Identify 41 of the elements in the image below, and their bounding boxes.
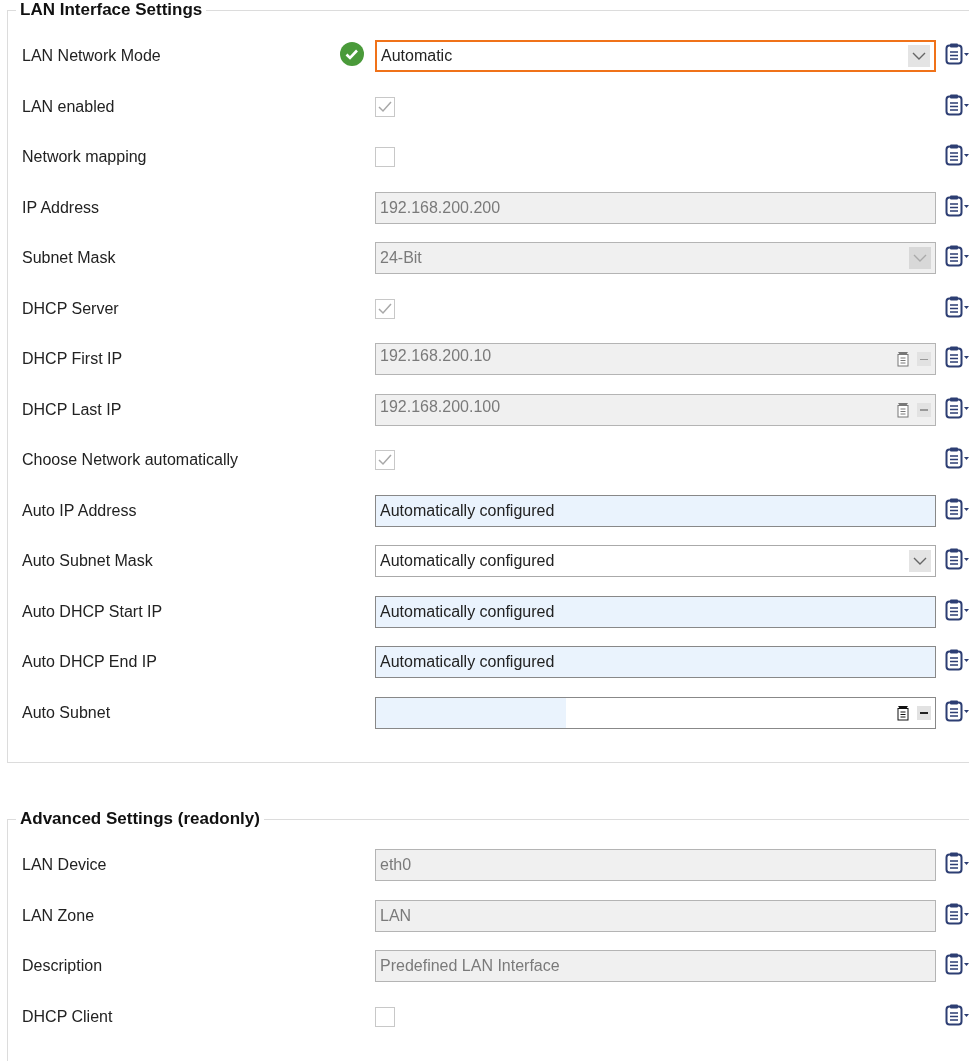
field-label: DHCP Client — [22, 1007, 114, 1026]
field-label: LAN Zone — [22, 906, 96, 925]
field-label: Auto Subnet — [22, 703, 112, 722]
field-label: DHCP Last IP — [22, 400, 123, 419]
caret-icon[interactable] — [913, 557, 927, 566]
text-field[interactable]: Automatically configured — [375, 646, 936, 679]
field-label: Network mapping — [22, 148, 148, 167]
clipboard-menu-icon[interactable] — [944, 547, 969, 572]
clipboard-menu-icon[interactable] — [944, 496, 969, 521]
clipboard-menu-icon[interactable] — [944, 446, 969, 471]
clipboard-menu-icon[interactable] — [944, 597, 969, 622]
clipboard-menu-icon[interactable] — [944, 42, 969, 67]
dropdown[interactable]: Automatic — [375, 40, 936, 73]
clipboard-menu-icon[interactable] — [944, 648, 969, 673]
field-label: Auto DHCP Start IP — [22, 602, 164, 621]
field-label: DHCP First IP — [22, 350, 124, 369]
field-label: LAN Network Mode — [22, 47, 162, 66]
field-label: Auto DHCP End IP — [22, 653, 158, 672]
section-title: LAN Interface Settings — [19, 0, 204, 20]
field-label: LAN enabled — [22, 97, 116, 116]
clipboard-icon[interactable] — [895, 704, 911, 721]
section-title: Advanced Settings (readonly) — [19, 809, 261, 829]
field-label: Choose Network automatically — [22, 451, 240, 470]
caret-icon[interactable] — [912, 52, 926, 61]
field-label: Subnet Mask — [22, 249, 117, 268]
clipboard-menu-icon[interactable] — [944, 294, 969, 319]
clipboard-menu-icon[interactable] — [944, 1002, 969, 1027]
clipboard-menu-icon[interactable] — [944, 92, 969, 117]
field-label: Description — [22, 957, 104, 976]
dropdown[interactable]: Automatically configured — [375, 545, 936, 578]
text-field[interactable]: Automatically configured — [375, 494, 936, 527]
field-label: Auto IP Address — [22, 501, 138, 520]
text-field[interactable]: Automatically configured — [375, 595, 936, 628]
field-label: LAN Device — [22, 856, 108, 875]
field-label: DHCP Server — [22, 299, 120, 318]
clipboard-menu-icon[interactable] — [944, 698, 969, 723]
clipboard-menu-icon[interactable] — [944, 143, 969, 168]
field-label: IP Address — [22, 198, 101, 217]
ip-field[interactable] — [375, 696, 936, 729]
field-label: Auto Subnet Mask — [22, 552, 154, 571]
minus-button[interactable] — [917, 705, 931, 720]
